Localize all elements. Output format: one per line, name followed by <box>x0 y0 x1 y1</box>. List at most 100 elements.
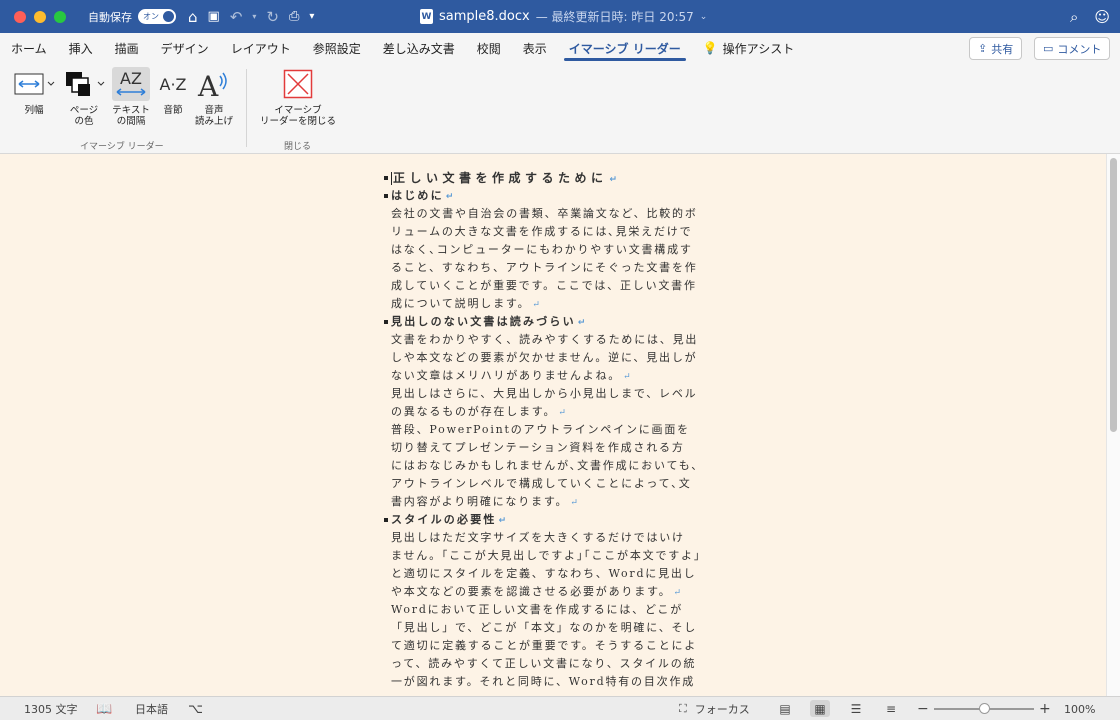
share-button[interactable]: ⇪ 共有 <box>969 37 1023 60</box>
zoom-out-button[interactable]: − <box>917 697 929 720</box>
document-heading-title[interactable]: 正しい文書を作成するために ↵ <box>384 169 731 187</box>
document-paragraph-line[interactable]: 会社の文書や自治会の書類、卒業論文など、比較的ボ <box>391 205 731 223</box>
document-paragraph-line[interactable]: 見出しはただ文字サイズを大きくするだけではいけ <box>391 529 731 547</box>
autosave-toggle[interactable]: オン <box>138 9 176 24</box>
page-color-button[interactable]: ページ の色 <box>60 67 108 127</box>
proofing-icon[interactable]: 📖 <box>96 697 112 720</box>
word-count[interactable]: 1305 文字 <box>24 697 78 720</box>
document-paragraph-line[interactable]: Wordにおいて正しい文書を作成するには、どこが <box>391 601 731 619</box>
text-spacing-label-1: テキスト <box>112 105 150 116</box>
document-heading[interactable]: 見出しのない文書は読みづらい ↵ <box>384 313 731 331</box>
document-paragraph-line[interactable]: しや本文などの要素が欠かせません。逆に、見出しが <box>391 349 731 367</box>
chevron-down-icon[interactable]: ⌄ <box>700 12 708 22</box>
document-paragraph-line[interactable]: にはおなじみかもしれませんが､文書作成においても､ <box>391 457 731 475</box>
ribbon: 列幅 ページ の色 AZ テキスト の間隔 A·Z 音節 A 音声 読み上げ イ… <box>0 63 1120 154</box>
zoom-in-button[interactable]: + <box>1039 697 1051 720</box>
document-paragraph-line[interactable]: や本文などの要素を認識させる必要があります。 ↵ <box>391 583 731 601</box>
feedback-smiley-icon[interactable]: ☺ <box>1094 8 1110 26</box>
column-width-label: 列幅 <box>24 105 44 116</box>
zoom-slider-knob[interactable] <box>979 703 990 714</box>
tab-mailings[interactable]: 差し込み文書 <box>372 33 466 63</box>
document-paragraph-line[interactable]: の異なるものが存在します。 ↵ <box>391 403 731 421</box>
focus-mode-button[interactable]: ⛶ フォーカス <box>679 697 750 720</box>
vertical-scrollbar[interactable] <box>1106 154 1120 696</box>
tab-references[interactable]: 参照設定 <box>302 33 372 63</box>
outline-view-icon[interactable]: ☰ <box>846 700 866 717</box>
draft-view-icon[interactable]: ≡ <box>881 700 901 717</box>
document-paragraph-line[interactable]: 一が図れます。それと同時に、Word特有の目次作成 <box>391 673 731 691</box>
redo-icon[interactable]: ↻ <box>266 8 279 26</box>
az-glyph: AZ <box>120 69 142 88</box>
document-paragraph-line[interactable]: アウトラインレベルで構成していくことによって､文 <box>391 475 731 493</box>
syllables-button[interactable]: A·Z 音節 <box>154 67 192 116</box>
line-text: リュームの大きな文書を作成するには､見栄えだけで <box>391 225 693 238</box>
tab-draw[interactable]: 描画 <box>104 33 150 63</box>
tab-tell-me[interactable]: 💡 操作アシスト <box>692 33 805 63</box>
document-paragraph-line[interactable]: と適切にスタイルを定義、すなわち、Wordに見出し <box>391 565 731 583</box>
save-icon[interactable]: ▣ <box>208 9 220 24</box>
document-page[interactable]: 正しい文書を作成するために ↵ はじめに ↵ 会社の文書や自治会の書類、卒業論文など、比… <box>384 169 731 691</box>
home-icon[interactable]: ⌂ <box>188 8 198 26</box>
tab-label: 挿入 <box>68 41 93 56</box>
document-paragraph-line[interactable]: 見出しはさらに、大見出しから小見出しまで、レベル <box>391 385 731 403</box>
tab-label: 差し込み文書 <box>382 41 455 56</box>
document-paragraph-line[interactable]: って、読みやすくて正しい文書になり、スタイルの統 <box>391 655 731 673</box>
last-modified[interactable]: — 最終更新日時: 昨日 20:57 <box>536 8 694 25</box>
ribbon-tabs: ホーム 挿入 描画 デザイン レイアウト 参照設定 差し込み文書 校閲 表示 イ… <box>0 33 1120 63</box>
undo-dropdown-icon[interactable]: ▾ <box>252 12 256 21</box>
document-paragraph-line[interactable]: 「見出し」で、どこが「本文」なのかを明確に、そし <box>391 619 731 637</box>
comment-label: コメント <box>1057 42 1102 56</box>
comments-button[interactable]: ▭ コメント <box>1034 37 1111 60</box>
read-aloud-button[interactable]: A 音声 読み上げ <box>192 67 236 127</box>
quick-access-toolbar: ⌂ ▣ ↶ ▾ ↻ ⎙ ▾ <box>188 8 314 26</box>
customize-toolbar-icon[interactable]: ▾ <box>309 11 314 22</box>
tab-view[interactable]: 表示 <box>512 33 558 63</box>
document-paragraph-line[interactable]: ません。｢ここが大見出しですよ｣｢ここが本文ですよ｣ <box>391 547 731 565</box>
column-width-button[interactable]: 列幅 <box>10 67 58 116</box>
tab-layout[interactable]: レイアウト <box>220 33 302 63</box>
document-paragraph-line[interactable]: ること、すなわち、アウトラインにそぐった文書を作 <box>391 259 731 277</box>
document-heading[interactable]: はじめに ↵ <box>384 187 731 205</box>
comment-icon: ▭ <box>1043 42 1054 55</box>
svg-text:A: A <box>197 70 219 100</box>
document-paragraph-line[interactable]: 普段、PowerPointのアウトラインペインに画面を <box>391 421 731 439</box>
print-icon[interactable]: ⎙ <box>289 9 299 24</box>
print-layout-view-icon[interactable]: ▤ <box>775 700 795 717</box>
immersive-reader-view-icon[interactable]: ▦ <box>810 700 830 717</box>
tab-immersive-reader[interactable]: イマーシブ リーダー <box>558 33 692 63</box>
tab-review[interactable]: 校閲 <box>466 33 512 63</box>
tab-label: 描画 <box>114 41 139 56</box>
text-cursor <box>391 172 392 185</box>
tab-design[interactable]: デザイン <box>150 33 220 63</box>
read-aloud-icon: A <box>192 67 236 101</box>
tab-insert[interactable]: 挿入 <box>58 33 104 63</box>
document-paragraph-line[interactable]: はなく､コンピューターにもわかりやすい文書構成す <box>391 241 731 259</box>
accessibility-icon[interactable]: ⌥ <box>188 697 203 720</box>
language[interactable]: 日本語 <box>135 697 168 720</box>
paragraph-mark-icon: ↵ <box>609 175 622 185</box>
search-icon[interactable]: ⌕ <box>1070 8 1078 26</box>
undo-icon[interactable]: ↶ <box>230 8 243 26</box>
tab-label: 校閲 <box>476 41 501 56</box>
close-window-button[interactable] <box>14 10 26 23</box>
zoom-window-button[interactable] <box>54 10 66 23</box>
document-paragraph-line[interactable]: て適切に定義することが重要です。そうすることによ <box>391 637 731 655</box>
line-text: ること、すなわち、アウトラインにそぐった文書を作 <box>391 261 698 274</box>
document-area[interactable]: 正しい文書を作成するために ↵ はじめに ↵ 会社の文書や自治会の書類、卒業論文など、比… <box>0 154 1106 696</box>
close-immersive-reader-button[interactable]: イマーシブ リーダーを閉じる <box>256 67 340 127</box>
document-paragraph-line[interactable]: 成していくことが重要です。ここでは、正しい文書作 <box>391 277 731 295</box>
tab-home[interactable]: ホーム <box>0 33 58 63</box>
document-heading[interactable]: スタイルの必要性 ↵ <box>384 511 731 529</box>
text-spacing-button[interactable]: AZ テキスト の間隔 <box>109 67 153 127</box>
autosave-label: 自動保存 <box>88 10 132 24</box>
document-paragraph-line[interactable]: 書内容がより明確になります。 ↵ <box>391 493 731 511</box>
document-paragraph-line[interactable]: ない文章はメリハリがありませんよね。 ↵ <box>391 367 731 385</box>
document-paragraph-line[interactable]: 成について説明します。 ↵ <box>391 295 731 313</box>
document-paragraph-line[interactable]: 切り替えてプレゼンテーション資料を作成される方 <box>391 439 731 457</box>
document-paragraph-line[interactable]: リュームの大きな文書を作成するには､見栄えだけで <box>391 223 731 241</box>
minimize-window-button[interactable] <box>34 10 46 23</box>
line-text: 一が図れます。それと同時に、Word特有の目次作成 <box>391 675 696 688</box>
document-paragraph-line[interactable]: 文書をわかりやすく、読みやすくするためには、見出 <box>391 331 731 349</box>
scrollbar-thumb[interactable] <box>1110 158 1117 432</box>
zoom-level[interactable]: 100% <box>1064 697 1095 720</box>
